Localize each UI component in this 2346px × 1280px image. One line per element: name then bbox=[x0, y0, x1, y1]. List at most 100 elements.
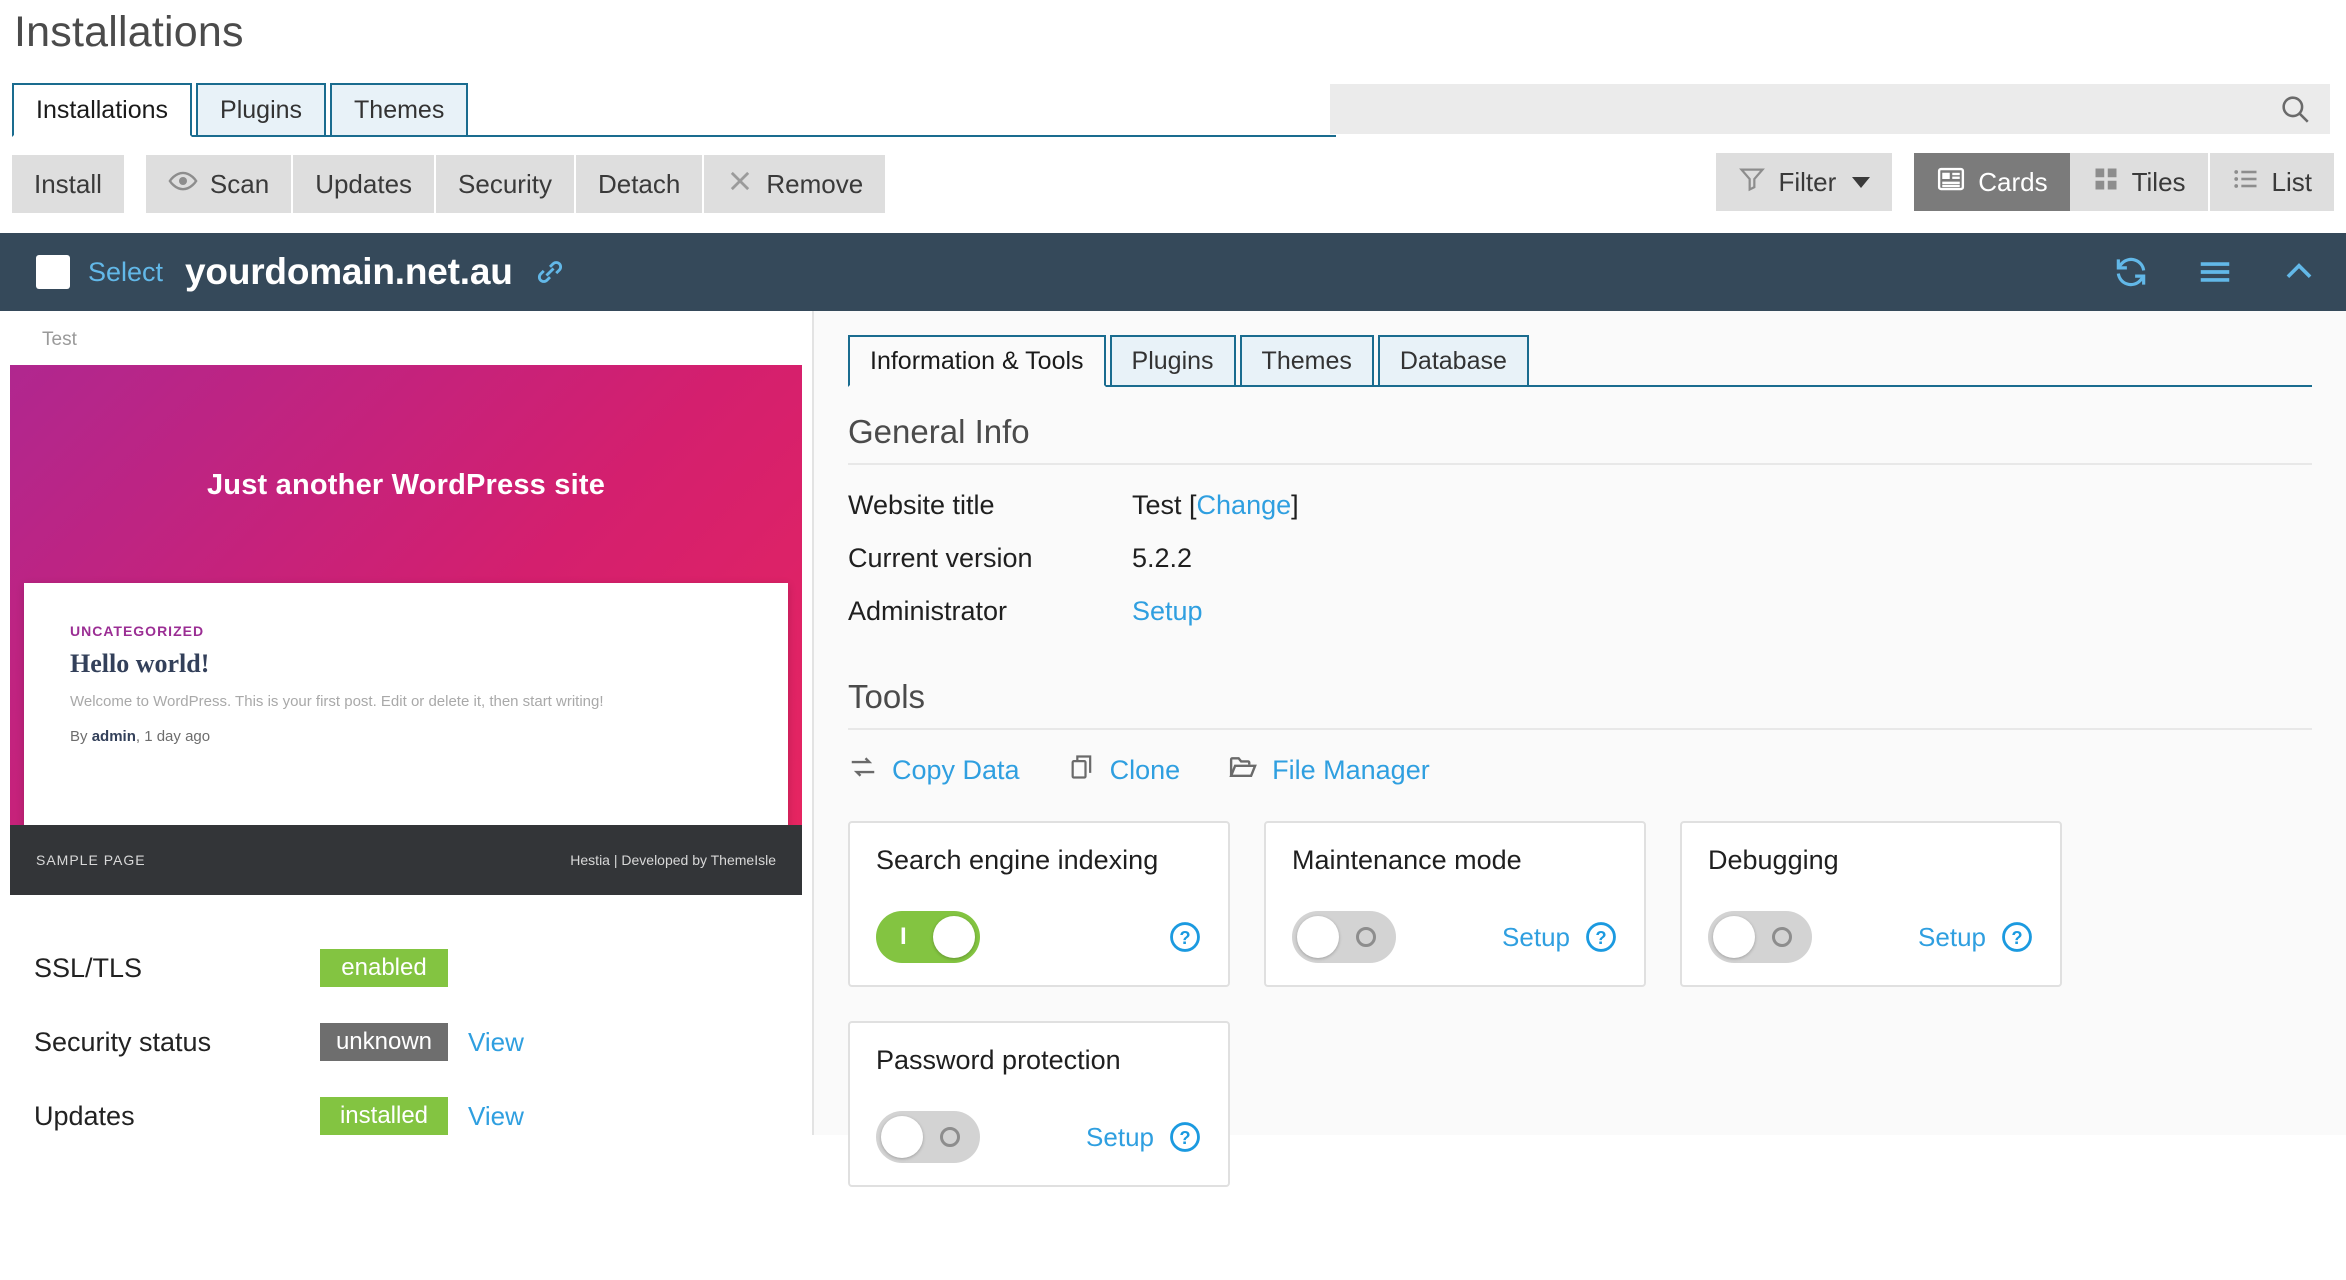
status-key: Updates bbox=[34, 1100, 135, 1131]
preview-footer-right: Hestia | Developed by ThemeIsle bbox=[570, 852, 776, 869]
tab-themes[interactable]: Themes bbox=[330, 83, 469, 138]
tab-themes-inner[interactable]: Themes bbox=[1239, 335, 1374, 388]
tool-label: Copy Data bbox=[892, 755, 1020, 786]
tab-label: Themes bbox=[1261, 346, 1352, 375]
detach-label: Detach bbox=[597, 168, 681, 199]
bracket-close: ] bbox=[1291, 490, 1299, 521]
toggle-knob bbox=[1713, 916, 1755, 959]
detach-button[interactable]: Detach bbox=[575, 155, 705, 214]
status-badge: unknown bbox=[320, 1023, 448, 1062]
tab-plugins-inner[interactable]: Plugins bbox=[1109, 335, 1236, 388]
search-icon[interactable] bbox=[2270, 92, 2320, 126]
maintenance-mode-toggle[interactable] bbox=[1292, 911, 1396, 964]
updates-label: Updates bbox=[315, 168, 413, 199]
general-info-heading: General Info bbox=[848, 387, 2312, 466]
remove-button[interactable]: Remove bbox=[704, 155, 886, 214]
status-view-link[interactable]: View bbox=[468, 1101, 524, 1132]
view-cards-button[interactable]: Cards bbox=[1914, 153, 2070, 212]
refresh-icon[interactable] bbox=[2112, 253, 2150, 291]
chevron-up-icon[interactable] bbox=[2280, 253, 2318, 291]
password-protection-setup-link[interactable]: Setup bbox=[1086, 1122, 1154, 1153]
status-badge: enabled bbox=[320, 949, 448, 988]
chain-link-icon[interactable] bbox=[533, 255, 567, 289]
toggle-knob bbox=[1297, 916, 1339, 959]
tab-installations[interactable]: Installations bbox=[12, 83, 193, 138]
feature-card-title: Password protection bbox=[876, 1045, 1121, 1076]
security-button[interactable]: Security bbox=[436, 155, 576, 214]
change-title-link[interactable]: Change bbox=[1197, 490, 1292, 520]
site-thumbnail[interactable]: Just another WordPress site UNCATEGORIZE… bbox=[10, 365, 802, 896]
cards-label: Cards bbox=[1978, 166, 2048, 197]
administrator-setup-link[interactable]: Setup bbox=[1132, 596, 1203, 627]
view-tiles-button[interactable]: Tiles bbox=[2069, 153, 2208, 212]
info-row-administrator: Administrator Setup bbox=[848, 585, 2312, 638]
select-checkbox[interactable] bbox=[36, 255, 70, 290]
status-list: SSL/TLS enabled Security status unknown … bbox=[0, 895, 812, 1153]
eye-icon bbox=[168, 166, 198, 203]
preview-footer: SAMPLE PAGE Hestia | Developed by ThemeI… bbox=[10, 825, 802, 896]
tab-label: Information & Tools bbox=[870, 346, 1084, 375]
tab-information-and-tools[interactable]: Information & Tools bbox=[848, 335, 1106, 388]
page-title: Installations bbox=[14, 8, 244, 56]
grid-view-icon bbox=[2092, 165, 2120, 200]
maintenance-setup-link[interactable]: Setup bbox=[1502, 922, 1570, 953]
security-label: Security bbox=[458, 168, 552, 199]
svg-text:?: ? bbox=[1179, 1128, 1190, 1149]
toggle-on-mark: I bbox=[900, 923, 907, 951]
byline-prefix: By bbox=[70, 728, 88, 746]
select-label[interactable]: Select bbox=[88, 257, 163, 288]
post-title: Hello world! bbox=[70, 649, 210, 679]
status-row: SSL/TLS enabled bbox=[34, 931, 812, 1005]
status-key: SSL/TLS bbox=[34, 952, 143, 983]
tab-plugins[interactable]: Plugins bbox=[196, 83, 327, 138]
copy-icon bbox=[1068, 753, 1096, 788]
search-input[interactable] bbox=[1330, 84, 2270, 135]
status-row: Security status unknown View bbox=[34, 1005, 812, 1079]
password-protection-toggle[interactable] bbox=[876, 1111, 980, 1164]
scan-button[interactable]: Scan bbox=[145, 155, 294, 214]
filter-button[interactable]: Filter bbox=[1716, 153, 1893, 212]
scan-label: Scan bbox=[209, 168, 270, 199]
help-circle-icon[interactable]: ? bbox=[1584, 920, 1618, 954]
tab-database[interactable]: Database bbox=[1377, 335, 1529, 388]
post-category: UNCATEGORIZED bbox=[70, 623, 205, 640]
hamburger-menu-icon[interactable] bbox=[2196, 253, 2234, 291]
status-view-link[interactable]: View bbox=[468, 1027, 524, 1058]
feature-card-search-engine-indexing: Search engine indexing I ? bbox=[848, 821, 1230, 988]
tab-label: Themes bbox=[354, 95, 445, 124]
info-row-current-version: Current version 5.2.2 bbox=[848, 532, 2312, 585]
search-engine-indexing-toggle[interactable]: I bbox=[876, 911, 980, 964]
byline-suffix: , 1 day ago bbox=[135, 728, 211, 746]
toggle-off-mark bbox=[940, 1127, 960, 1148]
debugging-setup-link[interactable]: Setup bbox=[1918, 922, 1986, 953]
tab-label: Installations bbox=[36, 95, 169, 124]
debugging-toggle[interactable] bbox=[1708, 911, 1812, 964]
info-value: 5.2.2 bbox=[1132, 543, 1193, 574]
tool-label: File Manager bbox=[1272, 755, 1430, 786]
info-key: Administrator bbox=[848, 596, 1008, 627]
view-list-button[interactable]: List bbox=[2207, 153, 2334, 212]
preview-post-card: UNCATEGORIZED Hello world! Welcome to Wo… bbox=[24, 583, 788, 834]
file-manager-link[interactable]: File Manager bbox=[1228, 752, 1430, 789]
svg-text:?: ? bbox=[1595, 928, 1606, 949]
updates-button[interactable]: Updates bbox=[293, 155, 437, 214]
help-circle-icon[interactable]: ? bbox=[2000, 920, 2034, 954]
secondary-tab-strip: Information & Tools Plugins Themes Datab… bbox=[848, 333, 2312, 388]
preview-site-label: Test bbox=[42, 329, 77, 351]
copy-data-link[interactable]: Copy Data bbox=[848, 752, 1020, 789]
post-byline: By admin, 1 day ago bbox=[70, 728, 742, 745]
clone-link[interactable]: Clone bbox=[1068, 753, 1181, 788]
post-excerpt: Welcome to WordPress. This is your first… bbox=[70, 693, 604, 711]
action-toolbar: Install Scan Updates Security Detach Rem… bbox=[0, 153, 2346, 215]
feature-card-title: Search engine indexing bbox=[876, 845, 1159, 876]
domain-name: yourdomain.net.au bbox=[185, 251, 513, 293]
feature-card-debugging: Debugging Setup ? bbox=[1680, 821, 2062, 988]
install-label: Install bbox=[34, 168, 102, 199]
tool-label: Clone bbox=[1109, 755, 1181, 786]
feature-card-title: Debugging bbox=[1708, 845, 1839, 876]
install-button[interactable]: Install bbox=[12, 155, 124, 214]
help-circle-icon[interactable]: ? bbox=[1168, 1120, 1202, 1154]
help-circle-icon[interactable]: ? bbox=[1168, 920, 1202, 954]
site-preview-column: Test Just another WordPress site UNCATEG… bbox=[0, 311, 814, 1136]
tools-heading: Tools bbox=[848, 652, 2312, 731]
